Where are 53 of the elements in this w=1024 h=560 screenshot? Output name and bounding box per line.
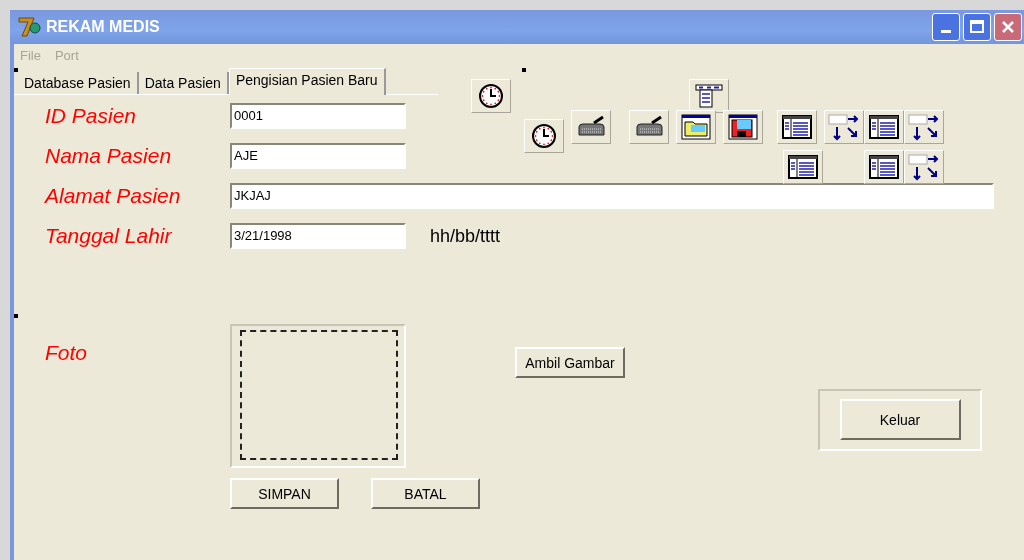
field-label: Nama Pasien — [45, 144, 173, 168]
selection-handle[interactable] — [522, 68, 526, 72]
field-label: Alamat Pasien — [45, 184, 182, 208]
table-tool-button[interactable] — [864, 150, 904, 184]
flow-tool-button[interactable] — [824, 110, 864, 144]
selection-handle[interactable] — [14, 68, 18, 72]
clock-tool-button[interactable] — [524, 119, 564, 153]
input-field[interactable]: AJE — [230, 143, 406, 169]
table-tool-button[interactable] — [777, 110, 817, 144]
selection-handle[interactable] — [14, 314, 18, 318]
close-icon — [1001, 20, 1015, 34]
minimize-button[interactable] — [932, 13, 960, 41]
table-icon — [869, 115, 899, 139]
arrows-icon — [908, 153, 940, 181]
input-field[interactable]: 0001 — [230, 103, 406, 129]
close-button[interactable] — [994, 13, 1022, 41]
table-icon — [788, 155, 818, 179]
capture-button[interactable]: Ambil Gambar — [515, 347, 625, 378]
field-label: ID Pasien — [45, 104, 138, 128]
menued-tool-button[interactable] — [689, 79, 729, 113]
save-tool-button[interactable] — [723, 110, 763, 144]
input-field[interactable]: JKJAJ — [230, 183, 994, 209]
form-button[interactable]: BATAL — [371, 478, 480, 509]
input-field[interactable]: 3/21/1998 — [230, 223, 406, 249]
flow-tool-button[interactable] — [904, 150, 944, 184]
field-label: Tanggal Lahir — [45, 224, 173, 248]
folder-icon — [681, 114, 711, 140]
clock-icon — [478, 83, 504, 109]
clock-tool-button[interactable] — [471, 79, 511, 113]
flow-tool-button[interactable] — [904, 110, 944, 144]
app-icon — [18, 16, 42, 38]
printer-tool-button[interactable] — [629, 110, 669, 144]
printer-icon — [634, 115, 664, 139]
printer-tool-button[interactable] — [571, 110, 611, 144]
arrows-icon — [828, 113, 860, 141]
table-tool-button[interactable] — [864, 110, 904, 144]
minimize-icon — [941, 29, 951, 33]
clock-icon — [531, 123, 557, 149]
printer-icon — [576, 115, 606, 139]
table-icon — [782, 115, 812, 139]
tab[interactable]: Pengisian Pasien Baru — [228, 68, 386, 95]
field-label: Foto — [45, 341, 89, 365]
folder-tool-button[interactable] — [676, 110, 716, 144]
maximize-button[interactable] — [963, 13, 991, 41]
form-button[interactable]: SIMPAN — [230, 478, 339, 509]
menu-editor-icon — [694, 83, 724, 109]
arrows-icon — [908, 113, 940, 141]
maximize-icon — [970, 20, 984, 34]
window-title: REKAM MEDIS — [46, 18, 160, 36]
date-format-hint: hh/bb/tttt — [430, 225, 501, 247]
table-tool-button[interactable] — [783, 150, 823, 184]
table-icon — [869, 155, 899, 179]
exit-button[interactable]: Keluar — [839, 399, 961, 440]
